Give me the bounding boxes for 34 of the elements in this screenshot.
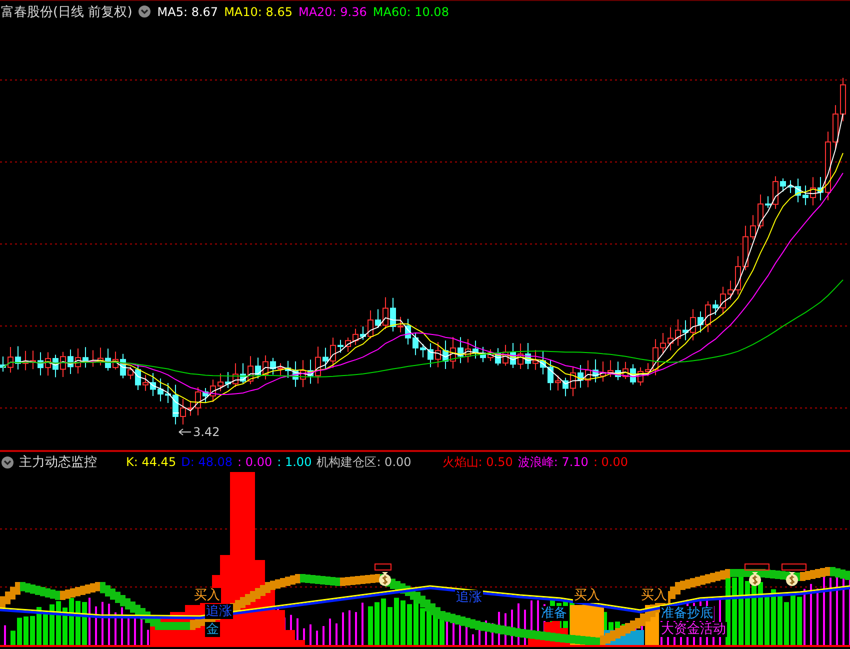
low-price-label: 3.42	[193, 425, 220, 439]
indicator-value: D: 48.08	[181, 455, 233, 469]
money-bag-icon	[786, 572, 798, 586]
moving-average-value: MA60: 10.08	[372, 4, 449, 18]
signal-label: 买入	[640, 588, 668, 603]
dropdown-icon[interactable]	[138, 5, 152, 18]
signal-label: 大资金活动	[660, 622, 727, 637]
signal-marker	[744, 564, 770, 570]
indicator-value: 机构建仓区: 0.00	[316, 454, 412, 470]
moving-average-value: MA5: 8.67	[157, 4, 218, 18]
signal-label: 买入	[193, 588, 221, 603]
signal-marker	[374, 564, 392, 570]
money-bag-icon	[749, 572, 761, 586]
signal-label: 准备	[540, 606, 568, 621]
indicator-value: 波浪峰: 7.10	[518, 454, 588, 470]
signal-label: 买入	[573, 588, 601, 603]
signal-marker	[782, 564, 806, 570]
indicator-value: 火焰山: 0.50	[442, 454, 513, 470]
indicator-value: : 0.00	[593, 455, 628, 469]
signal-label: 准备抄底	[660, 606, 714, 621]
moving-average-value: MA20: 9.36	[298, 4, 367, 18]
dropdown-icon[interactable]	[1, 456, 14, 468]
moving-average-value: MA10: 8.65	[224, 4, 292, 18]
indicator-title: 主力动态监控	[19, 454, 97, 471]
dash-mark	[172, 412, 180, 414]
indicator-value: K: 44.45	[126, 455, 176, 469]
arrow-icon	[178, 428, 192, 436]
money-bag-icon	[379, 572, 391, 586]
indicator-value: : 1.00	[277, 455, 312, 469]
signal-label: 追涨	[205, 604, 233, 619]
indicator-value: : 0.00	[238, 455, 272, 469]
signal-label: 追涨	[455, 590, 483, 605]
stock-title: 富春股份(日线 前复权)	[1, 4, 132, 20]
signal-label: 金	[205, 622, 220, 637]
